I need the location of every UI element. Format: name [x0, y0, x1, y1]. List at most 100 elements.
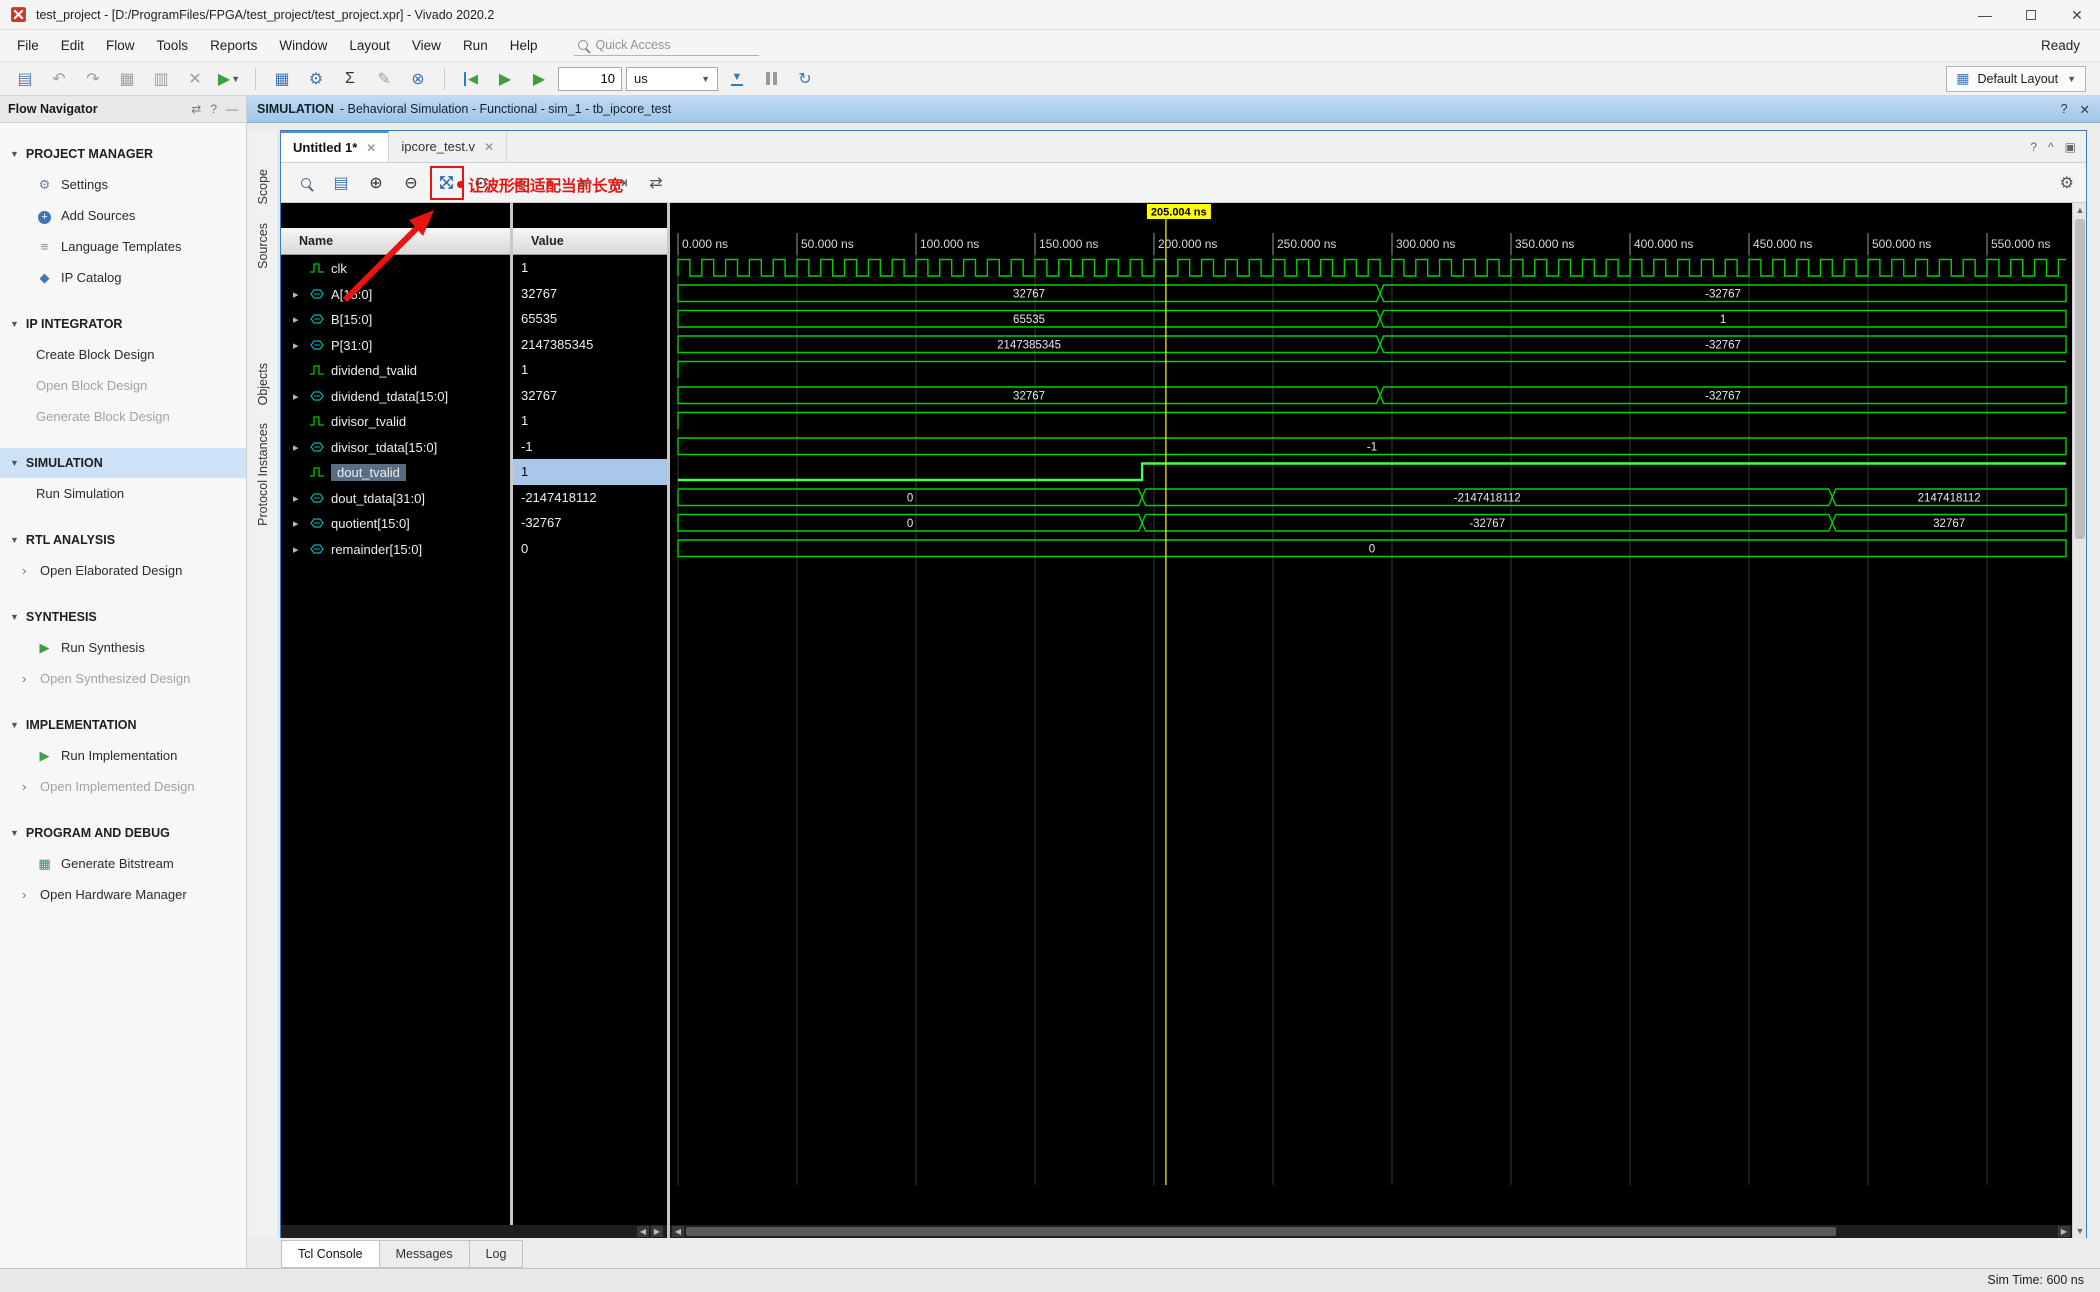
scroll-left-icon[interactable]: ◀: [672, 1226, 684, 1237]
expand-icon[interactable]: ▸: [293, 543, 303, 556]
side-tab-scope[interactable]: Scope: [256, 169, 270, 204]
menu-item-flow[interactable]: Flow: [95, 33, 146, 58]
flow-section-synthesis[interactable]: ▼ SYNTHESIS: [0, 602, 246, 632]
menu-item-help[interactable]: Help: [499, 33, 549, 58]
flow-item-open-hardware-manager[interactable]: › Open Hardware Manager: [0, 879, 246, 910]
edit-icon[interactable]: ✎: [369, 65, 399, 92]
signal-value-divisor-tvalid[interactable]: 1: [513, 408, 667, 434]
waveform-svg[interactable]: 0.000 ns 50.000 ns 100.000 ns 150.000 ns 200…: [670, 203, 2072, 1225]
quick-access-search[interactable]: Quick Access: [574, 35, 760, 56]
zoom-in-icon[interactable]: ⊕: [363, 170, 389, 196]
maximize-button[interactable]: [2008, 0, 2054, 30]
expand-icon[interactable]: ▸: [293, 288, 303, 301]
expand-icon[interactable]: ▸: [293, 339, 303, 352]
name-panel-hscrollbar[interactable]: ◀ ▶: [281, 1225, 667, 1238]
step-icon[interactable]: ▼: [722, 65, 752, 92]
editor-tab-ipcore-test-v[interactable]: ipcore_test.v ✕: [389, 131, 508, 162]
flow-section-rtl-analysis[interactable]: ▼ RTL ANALYSIS: [0, 525, 246, 555]
help-icon[interactable]: ?: [2030, 140, 2037, 154]
side-tab-protocol-instances[interactable]: Protocol Instances: [256, 423, 270, 526]
flow-section-implementation[interactable]: ▼ IMPLEMENTATION: [0, 710, 246, 740]
wave-settings-icon[interactable]: ⚙: [2060, 173, 2074, 193]
signal-row-p-31-0[interactable]: ▸ P[31:0]: [281, 332, 510, 358]
signal-row-dout-tvalid[interactable]: ▸dout_tvalid: [281, 459, 510, 485]
close-button[interactable]: ✕: [2054, 0, 2100, 30]
expand-icon[interactable]: ▸: [293, 517, 303, 530]
zoom-out-icon[interactable]: ⊖: [398, 170, 424, 196]
close-tab-icon[interactable]: ✕: [484, 140, 494, 154]
signal-value-divisor-tdata-15-0[interactable]: -1: [513, 434, 667, 460]
settings-gear-icon[interactable]: ⚙: [301, 65, 331, 92]
paste-icon[interactable]: ▥: [146, 65, 176, 92]
swap-ends-icon[interactable]: ⇄: [643, 170, 669, 196]
side-tab-objects[interactable]: Objects: [256, 363, 270, 405]
copy-icon[interactable]: ▦: [112, 65, 142, 92]
flow-item-open-block-design[interactable]: Open Block Design: [0, 370, 246, 401]
expand-icon[interactable]: ▸: [293, 492, 303, 505]
flow-item-add-sources[interactable]: + Add Sources: [0, 200, 246, 231]
flow-item-run-synthesis[interactable]: ▶ Run Synthesis: [0, 632, 246, 663]
layout-selector[interactable]: ▦ Default Layout ▼: [1946, 65, 2086, 92]
flow-item-open-elaborated-design[interactable]: › Open Elaborated Design: [0, 555, 246, 586]
signal-value-remainder-15-0[interactable]: 0: [513, 536, 667, 562]
flow-section-simulation[interactable]: ▼ SIMULATION: [0, 448, 246, 478]
signal-value-clk[interactable]: 1: [513, 255, 667, 281]
signal-row-dividend-tvalid[interactable]: ▸dividend_tvalid: [281, 357, 510, 383]
restart-sim-icon[interactable]: ◀: [456, 65, 486, 92]
relaunch-sim-icon[interactable]: ↻: [790, 65, 820, 92]
expand-icon[interactable]: ▸: [293, 313, 303, 326]
hscroll-thumb[interactable]: [686, 1227, 1836, 1236]
bottom-tab-tcl-console[interactable]: Tcl Console: [281, 1240, 380, 1268]
menu-item-window[interactable]: Window: [268, 33, 338, 58]
signal-value-a-15-0[interactable]: 32767: [513, 281, 667, 307]
sum-icon[interactable]: Σ: [335, 65, 365, 92]
flow-item-ip-catalog[interactable]: ◆ IP Catalog: [0, 262, 246, 293]
signal-value-dout-tvalid[interactable]: 1: [513, 459, 667, 485]
flow-section-project-manager[interactable]: ▼ PROJECT MANAGER: [0, 139, 246, 169]
flow-item-language-templates[interactable]: ≡ Language Templates: [0, 231, 246, 262]
wave-vscrollbar[interactable]: ▲ ▼: [2072, 203, 2086, 1238]
signal-value-quotient-15-0[interactable]: -32767: [513, 510, 667, 536]
bottom-tab-messages[interactable]: Messages: [379, 1240, 470, 1268]
flow-item-run-implementation[interactable]: ▶ Run Implementation: [0, 740, 246, 771]
signal-value-p-31-0[interactable]: 2147385345: [513, 332, 667, 358]
signal-row-quotient-15-0[interactable]: ▸ quotient[15:0]: [281, 510, 510, 536]
scroll-right-icon[interactable]: ▶: [651, 1226, 663, 1237]
minimize-button[interactable]: —: [1962, 0, 2008, 30]
close-tab-icon[interactable]: ✕: [366, 141, 376, 155]
wave-hscrollbar[interactable]: ◀ ▶: [670, 1225, 2072, 1238]
run-time-input[interactable]: [558, 66, 622, 91]
help-icon[interactable]: ?: [2061, 102, 2068, 117]
scroll-down-icon[interactable]: ▼: [2074, 1226, 2086, 1236]
delete-icon[interactable]: ✕: [180, 65, 210, 92]
menu-item-file[interactable]: File: [6, 33, 50, 58]
undo-icon[interactable]: ↶: [44, 65, 74, 92]
signal-value-b-15-0[interactable]: 65535: [513, 306, 667, 332]
value-column-header[interactable]: Value: [513, 228, 667, 255]
flow-item-generate-bitstream[interactable]: ▦ Generate Bitstream: [0, 848, 246, 879]
signal-row-dividend-tdata-15-0[interactable]: ▸ dividend_tdata[15:0]: [281, 383, 510, 409]
debug-probe-icon[interactable]: ⊗: [403, 65, 433, 92]
pause-icon[interactable]: [756, 65, 786, 92]
run-flow-icon[interactable]: ▶ ▼: [214, 65, 244, 92]
scroll-up-icon[interactable]: ▲: [2074, 205, 2086, 215]
flow-section-ip-integrator[interactable]: ▼ IP INTEGRATOR: [0, 309, 246, 339]
signal-row-remainder-15-0[interactable]: ▸ remainder[15:0]: [281, 536, 510, 562]
run-all-icon[interactable]: ▶: [490, 65, 520, 92]
signal-value-dout-tdata-31-0[interactable]: -2147418112: [513, 485, 667, 511]
menu-item-layout[interactable]: Layout: [338, 33, 401, 58]
flow-item-run-simulation[interactable]: Run Simulation: [0, 478, 246, 509]
scroll-right-icon[interactable]: ▶: [2058, 1226, 2070, 1237]
redo-icon[interactable]: ↷: [78, 65, 108, 92]
signal-value-dividend-tvalid[interactable]: 1: [513, 357, 667, 383]
vscroll-thumb[interactable]: [2075, 219, 2085, 539]
flow-item-open-synthesized-design[interactable]: › Open Synthesized Design: [0, 663, 246, 694]
reports-icon[interactable]: ▦: [267, 65, 297, 92]
flow-section-program-and-debug[interactable]: ▼ PROGRAM AND DEBUG: [0, 818, 246, 848]
flow-item-generate-block-design[interactable]: Generate Block Design: [0, 401, 246, 432]
menu-item-edit[interactable]: Edit: [50, 33, 95, 58]
flow-item-create-block-design[interactable]: Create Block Design: [0, 339, 246, 370]
flow-item-open-implemented-design[interactable]: › Open Implemented Design: [0, 771, 246, 802]
menu-item-reports[interactable]: Reports: [199, 33, 268, 58]
save-project-icon[interactable]: ▤: [10, 65, 40, 92]
